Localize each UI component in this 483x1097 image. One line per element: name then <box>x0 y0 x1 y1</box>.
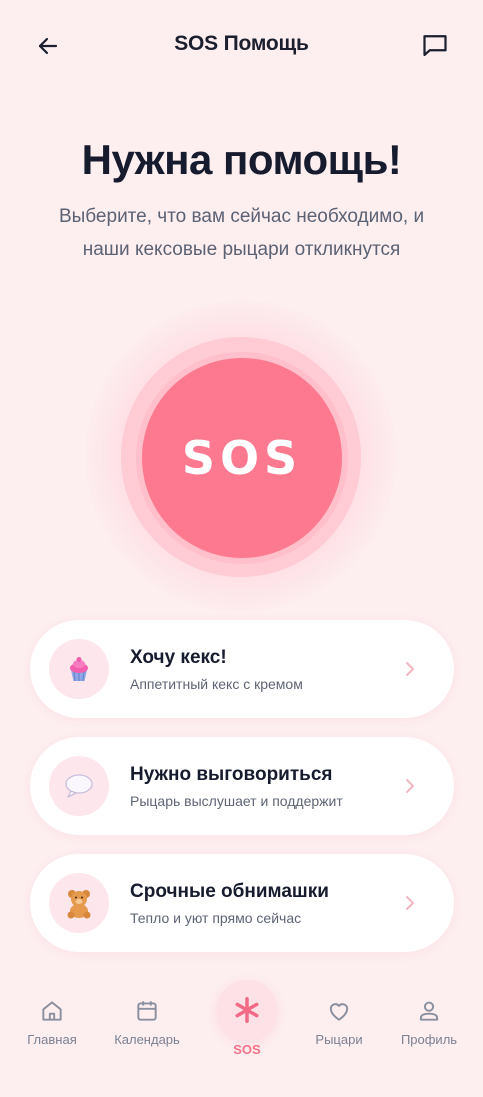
option-hugs[interactable]: Срочные обнимашки Тепло и уют прямо сейч… <box>30 854 454 952</box>
bottom-nav: Главная Календарь SOS Рыцари Профиль <box>0 980 483 1097</box>
hero-subtitle: Выберите, что вам сейчас необходимо, и н… <box>58 206 425 260</box>
nav-home[interactable]: Главная <box>12 996 92 1047</box>
sos-help-screen: SOS Помощь Нужна помощь! Выберите, что в… <box>0 0 483 1097</box>
nav-profile-label: Профиль <box>400 1032 458 1047</box>
nav-sos-label: SOS <box>233 1042 261 1057</box>
sos-button[interactable]: SOS <box>142 358 342 558</box>
cupcake-icon <box>70 657 88 682</box>
asterisk-icon <box>235 997 259 1023</box>
hero-title: Нужна помощь! <box>81 136 402 183</box>
option-icon-circle <box>49 639 109 699</box>
chevron-right-icon <box>390 894 430 912</box>
option-icon-circle <box>49 756 109 816</box>
nav-calendar-label: Календарь <box>114 1032 180 1047</box>
option-title: Нужно выговориться <box>130 763 333 785</box>
chat-button[interactable] <box>417 28 453 62</box>
message-square-icon <box>423 35 447 57</box>
nav-profile[interactable]: Профиль <box>389 996 469 1047</box>
calendar-icon <box>137 1001 157 1021</box>
user-icon <box>419 1001 439 1021</box>
nav-knights-label: Рыцари <box>315 1032 363 1047</box>
chevron-right-icon <box>390 777 430 795</box>
teddy-bear-icon <box>67 890 91 919</box>
option-subtitle: Аппетитный кекс с кремом <box>130 675 303 692</box>
option-title: Хочу кекс! <box>130 646 227 668</box>
sos-button-label: SOS <box>181 431 303 485</box>
option-icon-circle <box>49 873 109 933</box>
chevron-right-icon <box>390 660 430 678</box>
top-bar: SOS Помощь <box>0 0 483 92</box>
nav-calendar[interactable]: Календарь <box>107 996 187 1047</box>
nav-home-label: Главная <box>27 1032 77 1047</box>
option-subtitle: Тепло и уют прямо сейчас <box>130 909 302 926</box>
option-title: Срочные обнимашки <box>130 880 329 902</box>
option-talk[interactable]: Нужно выговориться Рыцарь выслушает и по… <box>30 737 454 835</box>
option-subtitle: Рыцарь выслушает и поддержит <box>130 792 343 809</box>
page-title: SOS Помощь <box>174 32 309 55</box>
option-cupcake[interactable]: Хочу кекс! Аппетитный кекс с кремом <box>30 620 454 718</box>
speech-bubble-icon <box>65 774 93 798</box>
heart-icon <box>329 1003 349 1021</box>
nav-sos-button[interactable] <box>217 980 277 1040</box>
nav-knights[interactable]: Рыцари <box>299 996 379 1047</box>
home-icon <box>42 1001 62 1021</box>
